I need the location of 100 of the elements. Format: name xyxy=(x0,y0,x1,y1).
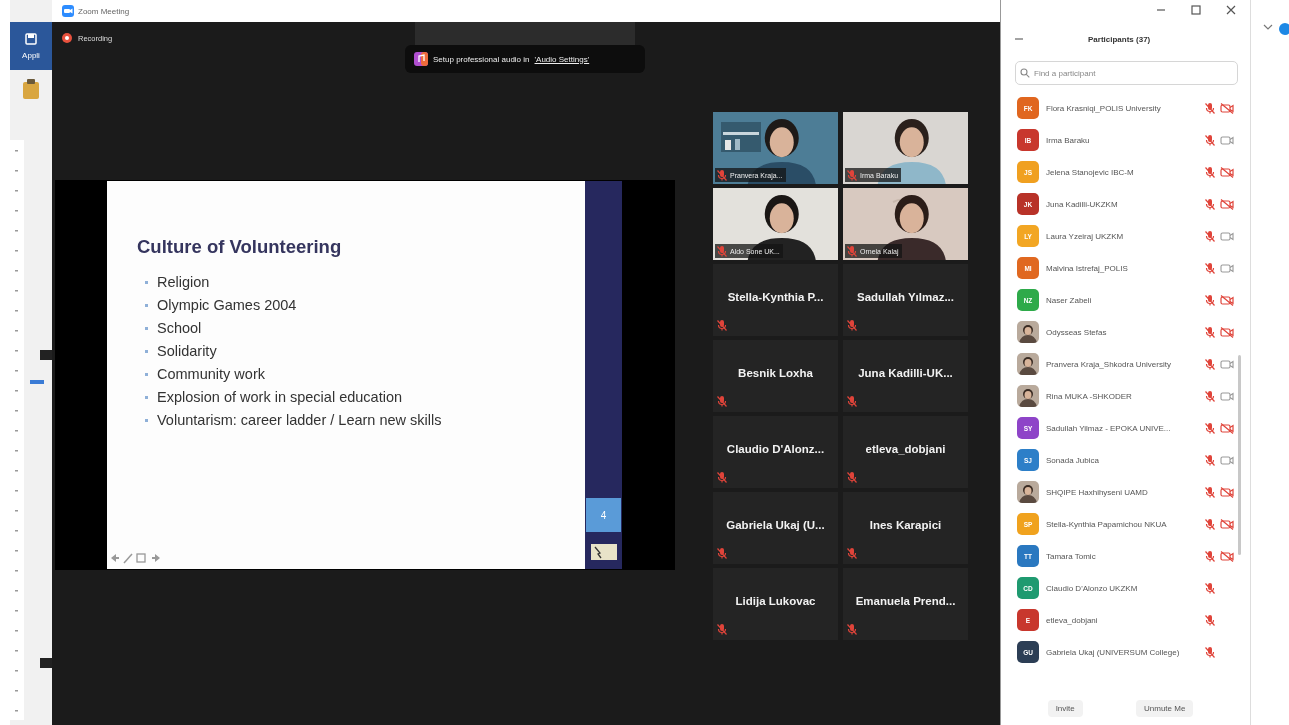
muted-mic-icon[interactable] xyxy=(846,245,858,257)
notification-text: Setup professional audio in xyxy=(433,54,530,64)
participant-item[interactable]: Odysseas Stefas xyxy=(1001,316,1250,348)
video-off-icon[interactable] xyxy=(1220,197,1234,211)
bullet-icon xyxy=(145,350,148,353)
muted-mic-icon[interactable] xyxy=(1204,198,1216,210)
participant-name: Stella-Kynthia P... xyxy=(727,291,824,303)
video-camera-icon[interactable] xyxy=(1220,261,1234,275)
participant-item[interactable]: Pranvera Kraja_Shkodra University xyxy=(1001,348,1250,380)
video-camera-icon[interactable] xyxy=(1220,389,1234,403)
muted-mic-icon[interactable] xyxy=(1204,518,1216,530)
participant-name: Emanuela Prend... xyxy=(855,595,956,607)
muted-mic-icon[interactable] xyxy=(1204,454,1216,466)
video-off-icon[interactable] xyxy=(1220,293,1234,307)
window-title: Zoom Meeting xyxy=(78,6,130,16)
video-camera-icon[interactable] xyxy=(1220,453,1234,467)
participant-name: Sonada Jubica xyxy=(1046,455,1100,465)
muted-mic-icon[interactable] xyxy=(846,471,858,483)
muted-mic-icon[interactable] xyxy=(846,547,858,559)
muted-mic-icon[interactable] xyxy=(1204,582,1216,594)
video-off-icon[interactable] xyxy=(1220,421,1234,435)
participant-name: Odysseas Stefas xyxy=(1046,327,1108,337)
muted-mic-icon[interactable] xyxy=(1204,134,1216,146)
close-icon[interactable] xyxy=(1226,5,1236,15)
video-off-icon[interactable] xyxy=(1220,485,1234,499)
bullet-text: Solidarity xyxy=(157,343,217,360)
participant-name: Malvina Istrefaj_POLIS xyxy=(1046,263,1129,273)
video-camera-icon[interactable] xyxy=(1220,229,1234,243)
muted-mic-icon[interactable] xyxy=(716,245,728,257)
bullet-icon xyxy=(145,327,148,330)
bullet-text: School xyxy=(157,320,202,337)
participant-name: Ines Karapici xyxy=(869,519,942,531)
muted-mic-icon[interactable] xyxy=(1204,646,1216,658)
scrollbar[interactable] xyxy=(1238,355,1241,555)
muted-mic-icon[interactable] xyxy=(1204,390,1216,402)
panel-button[interactable]: Invite xyxy=(1047,699,1083,717)
search-icon xyxy=(1020,68,1030,78)
clipboard-icon[interactable] xyxy=(20,78,42,100)
save-icon[interactable] xyxy=(25,32,37,45)
video-off-icon[interactable] xyxy=(1220,165,1234,179)
video-camera-icon[interactable] xyxy=(1220,133,1234,147)
participant-name: Irma Baraku xyxy=(1046,135,1091,145)
video-off-icon[interactable] xyxy=(1220,325,1234,339)
muted-mic-icon[interactable] xyxy=(846,319,858,331)
bullet-text: Religion xyxy=(157,274,210,291)
participant-name: Claudio D'Alonz... xyxy=(726,443,825,455)
muted-mic-icon[interactable] xyxy=(1204,326,1216,338)
muted-mic-icon[interactable] xyxy=(1204,262,1216,274)
muted-mic-icon[interactable] xyxy=(1204,102,1216,114)
ribbon-label: Appli xyxy=(22,50,40,60)
muted-mic-icon[interactable] xyxy=(846,395,858,407)
muted-mic-icon[interactable] xyxy=(1204,422,1216,434)
participant-name: SHQIPE Haxhihyseni UAMD xyxy=(1046,487,1149,497)
participant-item[interactable]: SHQIPE Haxhihyseni UAMD xyxy=(1001,476,1250,508)
bullet-icon xyxy=(145,373,148,376)
bullet-icon xyxy=(145,281,148,284)
recording-icon xyxy=(62,33,72,43)
muted-mic-icon[interactable] xyxy=(716,395,728,407)
bullet-text: Voluntarism: career ladder / Learn new skills xyxy=(157,412,442,429)
video-camera-icon[interactable] xyxy=(1220,357,1234,371)
muted-mic-icon[interactable] xyxy=(716,319,728,331)
muted-mic-icon[interactable] xyxy=(1204,358,1216,370)
thumbnail-icon[interactable] xyxy=(590,544,617,560)
participant-name: Gabriela Ukaj (UNIVERSUM College) xyxy=(1046,647,1181,657)
bullet-text: Explosion of work in special education xyxy=(157,389,403,406)
participant-name: Laura Yzeiraj UKZKM xyxy=(1046,231,1125,241)
participant-name: etleva_dobjani xyxy=(865,443,946,455)
participant-name: Pranvera Kraja_Shkodra University xyxy=(1046,359,1172,369)
participant-name: Sadullah Yılmaz... xyxy=(857,291,954,303)
muted-mic-icon[interactable] xyxy=(1204,294,1216,306)
muted-mic-icon[interactable] xyxy=(716,547,728,559)
muted-mic-icon[interactable] xyxy=(1204,486,1216,498)
maximize-icon[interactable] xyxy=(1191,5,1201,15)
audio-icon xyxy=(414,52,428,66)
search-field[interactable]: Find a participant xyxy=(1015,61,1238,85)
muted-mic-icon[interactable] xyxy=(846,169,858,181)
muted-mic-icon[interactable] xyxy=(716,471,728,483)
ribbon-tab[interactable]: Appli xyxy=(10,22,52,70)
participant-name: Besnik Loxha xyxy=(738,367,813,379)
muted-mic-icon[interactable] xyxy=(846,623,858,635)
muted-mic-icon[interactable] xyxy=(1204,550,1216,562)
participant-item[interactable]: Rina MUKA -SHKODER xyxy=(1001,380,1250,412)
muted-mic-icon[interactable] xyxy=(1204,614,1216,626)
participant-name: Claudio D'Alonzo UKZKM xyxy=(1046,583,1139,593)
bullet-icon xyxy=(145,396,148,399)
participant-name: Rina MUKA -SHKODER xyxy=(1046,391,1133,401)
muted-mic-icon[interactable] xyxy=(716,169,728,181)
muted-mic-icon[interactable] xyxy=(1204,166,1216,178)
video-off-icon[interactable] xyxy=(1220,517,1234,531)
page-number: 4 xyxy=(586,498,621,532)
participant-name: etleva_dobjani xyxy=(1046,615,1099,625)
muted-mic-icon[interactable] xyxy=(1204,230,1216,242)
participant-name: Stella-Kynthia Papamichou NKUA xyxy=(1046,519,1168,529)
chevron-down-icon[interactable] xyxy=(1263,23,1273,31)
panel-title: Participants (37) xyxy=(1088,34,1151,44)
audio-settings-link[interactable]: 'Audio Settings' xyxy=(534,54,590,64)
panel-button[interactable]: Unmute Me xyxy=(1136,699,1194,717)
video-off-icon[interactable] xyxy=(1220,549,1234,563)
muted-mic-icon[interactable] xyxy=(716,623,728,635)
video-off-icon[interactable] xyxy=(1220,101,1234,115)
